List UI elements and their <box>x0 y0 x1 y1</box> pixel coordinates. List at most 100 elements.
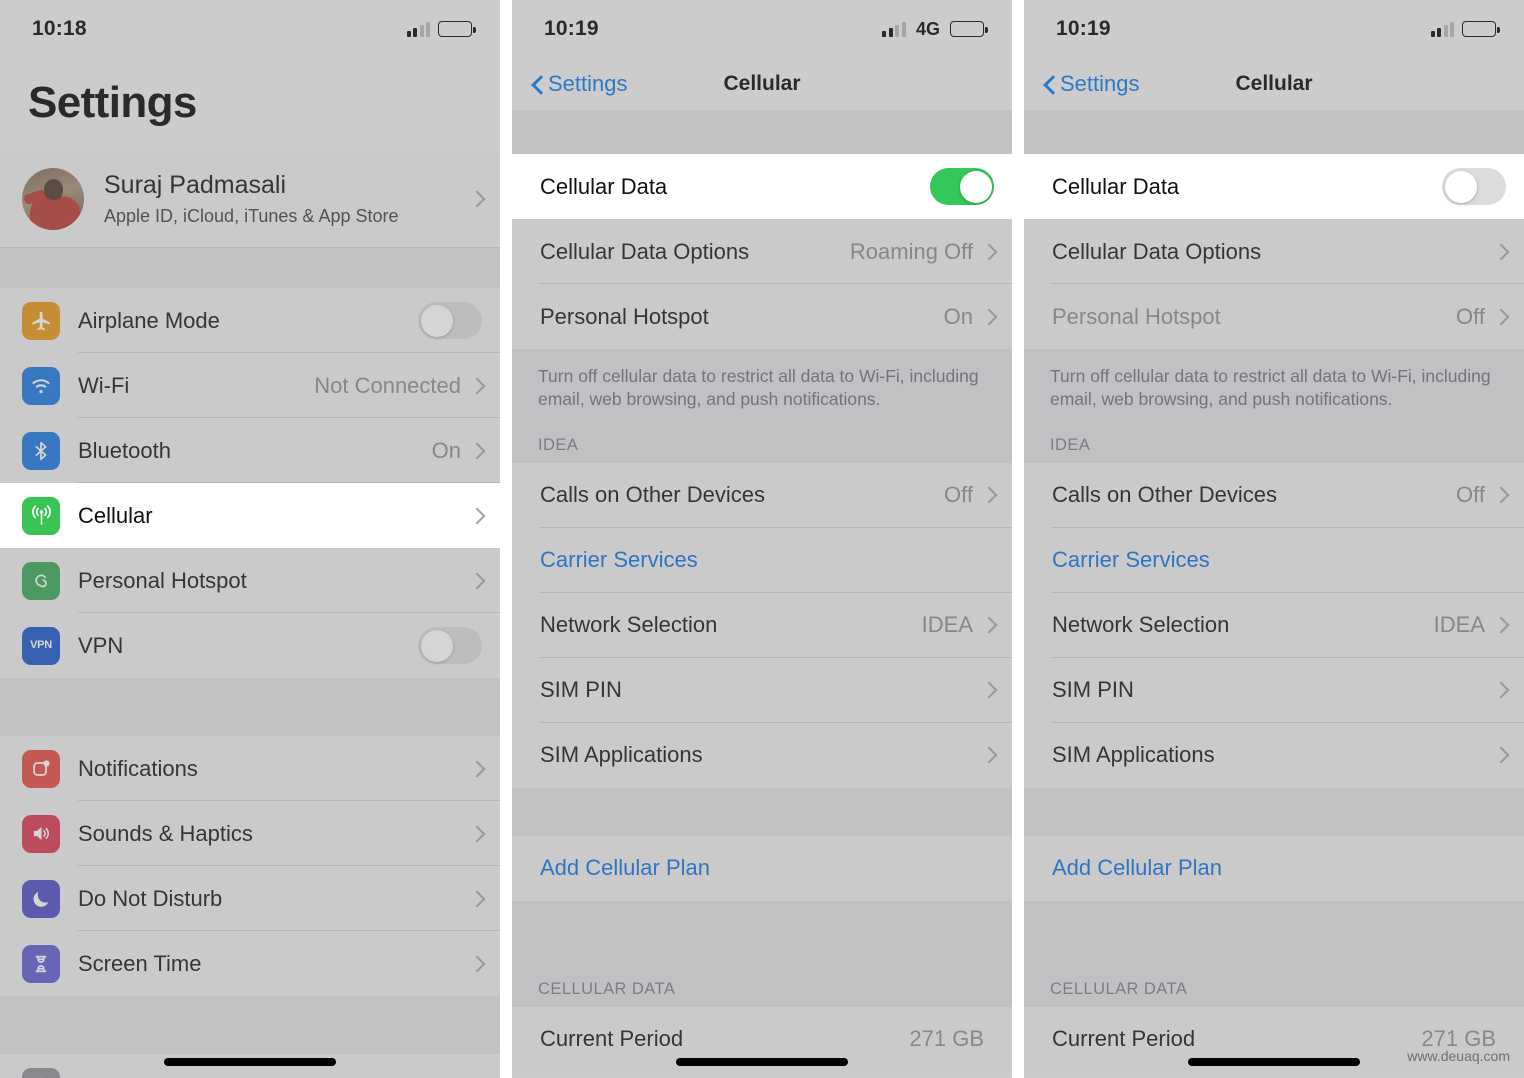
group-carrier: Calls on Other Devices Off Carrier Servi… <box>512 462 1012 788</box>
sidebar-item-value: Not Connected <box>314 372 461 398</box>
group-separator <box>1024 787 1524 836</box>
sim-applications-row[interactable]: SIM Applications <box>512 722 1012 788</box>
sidebar-item-do-not-disturb[interactable]: Do Not Disturb <box>0 866 500 931</box>
carrier-services-row[interactable]: Carrier Services <box>512 527 1012 593</box>
sidebar-item-label: Sounds & Haptics <box>78 820 253 846</box>
back-button[interactable]: Settings <box>532 71 628 97</box>
row-label: Network Selection <box>540 612 718 638</box>
status-indicators <box>406 21 476 37</box>
account-row[interactable]: Suraj Padmasali Apple ID, iCloud, iTunes… <box>0 150 500 248</box>
cellular-data-toggle[interactable] <box>930 168 994 205</box>
notifications-icon <box>22 749 60 788</box>
group-separator <box>0 996 500 1054</box>
sidebar-item-wifi[interactable]: Wi-Fi Not Connected <box>0 353 500 418</box>
chevron-right-icon <box>983 746 994 764</box>
group-separator <box>512 900 1012 976</box>
group-separator <box>0 248 500 288</box>
battery-icon <box>1462 21 1500 37</box>
group-separator <box>512 787 1012 836</box>
sidebar-item-airplane-mode[interactable]: Airplane Mode <box>0 288 500 353</box>
cellular-data-row[interactable]: Cellular Data <box>1024 154 1524 219</box>
group-cellular-data-toggle: Cellular Data <box>1024 154 1524 219</box>
add-cellular-plan-row[interactable]: Add Cellular Plan <box>1024 835 1524 901</box>
chevron-left-icon <box>1044 75 1055 94</box>
vpn-toggle[interactable] <box>418 627 482 664</box>
row-label: SIM PIN <box>540 677 622 703</box>
sidebar-item-label: General <box>78 1074 471 1078</box>
status-bar: 10:19 <box>1024 0 1524 58</box>
sidebar-item-label: Cellular <box>78 502 153 528</box>
sidebar-item-label: Screen Time <box>78 950 202 976</box>
carrier-services-row[interactable]: Carrier Services <box>1024 527 1524 593</box>
row-label: Add Cellular Plan <box>1052 855 1222 881</box>
row-value: Off <box>1456 482 1485 508</box>
calls-on-other-devices-row[interactable]: Calls on Other Devices Off <box>1024 462 1524 528</box>
panel-cellular-data-on: 10:19 4G Settings Cellular Cellular Data <box>512 0 1012 1078</box>
sidebar-item-notifications[interactable]: Notifications <box>0 736 500 801</box>
status-indicators <box>1430 21 1500 37</box>
battery-icon <box>438 21 476 37</box>
add-cellular-plan-row[interactable]: Add Cellular Plan <box>512 835 1012 901</box>
chevron-right-icon <box>1495 681 1506 699</box>
row-label: Personal Hotspot <box>540 303 709 329</box>
wifi-icon <box>22 366 60 405</box>
calls-on-other-devices-row[interactable]: Calls on Other Devices Off <box>512 462 1012 528</box>
sim-pin-row[interactable]: SIM PIN <box>512 657 1012 723</box>
status-bar: 10:19 4G <box>512 0 1012 58</box>
network-selection-row[interactable]: Network Selection IDEA <box>1024 592 1524 658</box>
status-clock: 10:19 <box>1056 17 1111 40</box>
chevron-right-icon <box>471 442 482 460</box>
network-type-label: 4G <box>915 18 940 39</box>
personal-hotspot-row: Personal Hotspot Off <box>1024 284 1524 349</box>
sim-applications-row[interactable]: SIM Applications <box>1024 722 1524 788</box>
sidebar-item-label: Notifications <box>78 755 198 781</box>
network-selection-row[interactable]: Network Selection IDEA <box>512 592 1012 658</box>
cellular-data-toggle[interactable] <box>1442 168 1506 205</box>
row-label: Carrier Services <box>1052 547 1210 573</box>
chevron-right-icon <box>471 190 482 208</box>
chevron-right-icon <box>471 377 482 395</box>
row-value: IDEA <box>1433 612 1485 638</box>
home-indicator <box>1188 1058 1360 1066</box>
status-clock: 10:18 <box>32 17 87 40</box>
row-label: Add Cellular Plan <box>540 855 710 881</box>
sidebar-item-screen-time[interactable]: Screen Time <box>0 931 500 996</box>
sidebar-item-label: Do Not Disturb <box>78 885 223 911</box>
back-button[interactable]: Settings <box>1044 71 1140 97</box>
chevron-right-icon <box>471 890 482 908</box>
chevron-right-icon <box>471 955 482 973</box>
navigation-bar: Settings Cellular <box>512 58 1012 110</box>
row-label: SIM Applications <box>1052 742 1215 768</box>
sim-pin-row[interactable]: SIM PIN <box>1024 657 1524 723</box>
sidebar-item-label: Personal Hotspot <box>78 567 247 593</box>
account-subtitle: Apple ID, iCloud, iTunes & App Store <box>104 206 399 226</box>
personal-hotspot-row[interactable]: Personal Hotspot On <box>512 284 1012 349</box>
chevron-right-icon <box>983 243 994 261</box>
row-label: Current Period <box>540 1026 684 1052</box>
group-separator <box>0 678 500 736</box>
carrier-section-header: IDEA <box>512 417 1012 463</box>
chevron-right-icon <box>471 572 482 590</box>
group-system: Notifications Sounds & Haptics Do Not Di… <box>0 736 500 996</box>
chevron-right-icon <box>983 681 994 699</box>
do-not-disturb-icon <box>22 879 60 918</box>
account-name: Suraj Padmasali <box>104 171 287 199</box>
watermark: www.deuaq.com <box>1407 1048 1510 1064</box>
cellular-data-options-row[interactable]: Cellular Data Options Roaming Off <box>512 219 1012 284</box>
sidebar-item-sounds-haptics[interactable]: Sounds & Haptics <box>0 801 500 866</box>
sidebar-item-personal-hotspot[interactable]: Personal Hotspot <box>0 548 500 613</box>
back-button-label: Settings <box>1060 71 1140 96</box>
chevron-right-icon <box>1495 616 1506 634</box>
group-add-plan: Add Cellular Plan <box>512 835 1012 901</box>
bluetooth-icon <box>22 431 60 470</box>
sidebar-item-cellular[interactable]: Cellular <box>0 483 500 548</box>
airplane-mode-toggle[interactable] <box>418 302 482 339</box>
row-value: 271 GB <box>909 1026 984 1052</box>
cellular-data-options-row[interactable]: Cellular Data Options <box>1024 219 1524 284</box>
sidebar-item-bluetooth[interactable]: Bluetooth On <box>0 418 500 483</box>
chevron-right-icon <box>1495 486 1506 504</box>
cellular-data-section-header: CELLULAR DATA <box>1024 975 1524 1007</box>
row-label: Current Period <box>1052 1026 1196 1052</box>
cellular-data-row[interactable]: Cellular Data <box>512 154 1012 219</box>
sidebar-item-vpn[interactable]: VPN VPN <box>0 613 500 678</box>
